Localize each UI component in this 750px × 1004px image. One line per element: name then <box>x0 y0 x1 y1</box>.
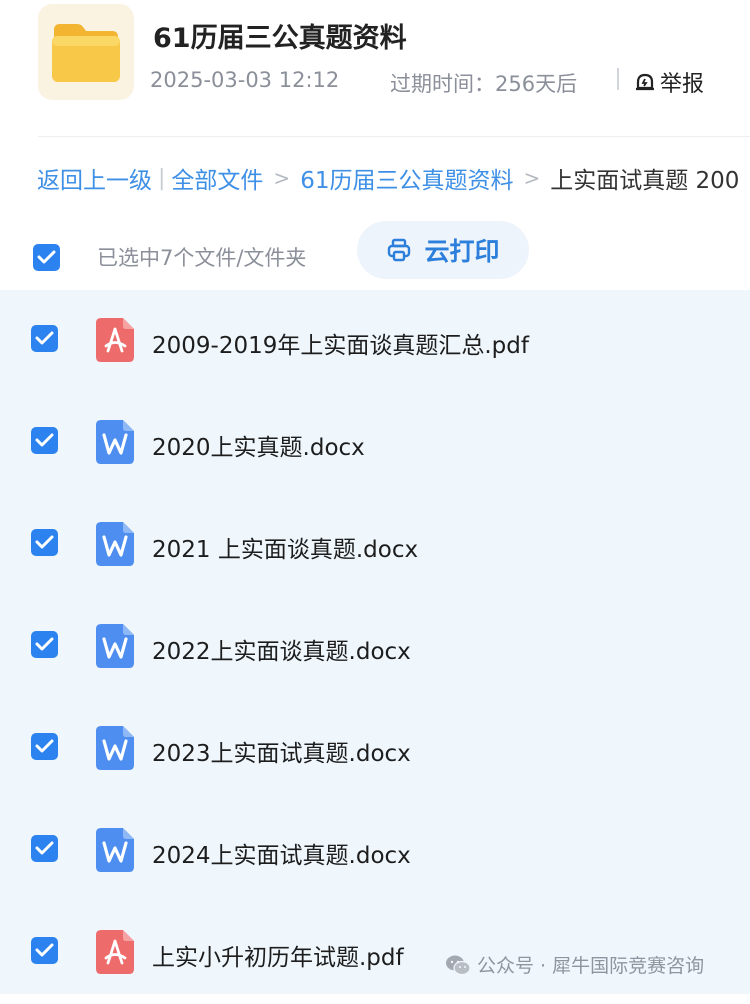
alarm-icon <box>636 73 654 91</box>
share-date: 2025-03-03 12:12 <box>150 68 340 92</box>
chevron-right-icon: > <box>523 166 541 190</box>
file-row[interactable]: 2023上实面试真题.docx <box>0 698 750 800</box>
word-file-icon <box>96 420 134 468</box>
wechat-icon <box>446 955 471 975</box>
pdf-file-icon <box>96 318 134 366</box>
cloud-print-button[interactable]: 云打印 <box>357 221 529 279</box>
header-divider <box>38 136 750 137</box>
file-checkbox[interactable] <box>31 325 58 352</box>
printer-icon <box>388 238 411 262</box>
watermark-text: 公众号 · 犀牛国际竞赛咨询 <box>477 955 705 977</box>
file-row[interactable]: 2020上实真题.docx <box>0 392 750 494</box>
divider <box>617 68 619 90</box>
cloud-print-label: 云打印 <box>424 237 500 266</box>
folder-icon <box>38 4 134 100</box>
file-row[interactable]: 2024上实面试真题.docx <box>0 800 750 902</box>
check-icon <box>35 331 54 345</box>
file-name: 2022上实面谈真题.docx <box>152 639 411 665</box>
selection-bar: 已选中7个文件/文件夹 云打印 <box>0 215 750 290</box>
word-file-icon <box>96 828 134 876</box>
share-header: 61历届三公真题资料 2025-03-03 12:12 过期时间：256天后 举… <box>0 0 750 137</box>
breadcrumb-current: 上实面试真题 200 <box>550 168 740 194</box>
check-icon <box>35 637 54 651</box>
file-checkbox[interactable] <box>31 427 58 454</box>
selection-count: 已选中7个文件/文件夹 <box>97 246 307 270</box>
word-file-icon <box>96 726 134 774</box>
file-name: 2009-2019年上实面谈真题汇总.pdf <box>152 333 529 359</box>
check-icon <box>35 433 54 447</box>
breadcrumb-back[interactable]: 返回上一级 <box>37 161 152 195</box>
check-icon <box>35 841 54 855</box>
breadcrumb-folder[interactable]: 61历届三公真题资料 <box>300 161 513 195</box>
file-name: 2020上实真题.docx <box>152 435 365 461</box>
file-checkbox[interactable] <box>31 835 58 862</box>
file-row[interactable]: 2022上实面谈真题.docx <box>0 596 750 698</box>
breadcrumb: 返回上一级 | 全部文件 > 61历届三公真题资料 > 上实面试真题 200 <box>37 161 739 195</box>
file-name: 2021 上实面谈真题.docx <box>152 537 419 563</box>
wechat-watermark: 公众号 · 犀牛国际竞赛咨询 <box>445 951 704 978</box>
file-row[interactable]: 2021 上实面谈真题.docx <box>0 494 750 596</box>
report-button[interactable]: 举报 <box>634 66 704 98</box>
file-checkbox[interactable] <box>31 733 58 760</box>
check-icon <box>35 535 54 549</box>
breadcrumb-all-files[interactable]: 全部文件 <box>171 161 263 195</box>
file-checkbox[interactable] <box>31 937 58 964</box>
word-file-icon <box>96 624 134 672</box>
select-all-checkbox[interactable] <box>33 244 60 271</box>
chevron-right-icon: > <box>273 166 291 190</box>
report-label: 举报 <box>660 72 705 97</box>
expire-time: 过期时间：256天后 <box>390 72 578 96</box>
file-checkbox[interactable] <box>31 529 58 556</box>
file-checkbox[interactable] <box>31 631 58 658</box>
file-name: 2024上实面试真题.docx <box>152 843 411 869</box>
page-title: 61历届三公真题资料 <box>153 23 407 54</box>
file-list: 2009-2019年上实面谈真题汇总.pdf 2020上实真题.docx 202… <box>0 290 750 994</box>
check-icon <box>37 250 56 264</box>
file-name: 2023上实面试真题.docx <box>152 741 411 767</box>
file-row[interactable]: 2009-2019年上实面谈真题汇总.pdf <box>0 290 750 392</box>
check-icon <box>35 943 54 957</box>
check-icon <box>35 739 54 753</box>
file-name: 上实小升初历年试题.pdf <box>152 945 404 971</box>
word-file-icon <box>96 522 134 570</box>
breadcrumb-separator: | <box>158 165 166 191</box>
pdf-file-icon <box>96 930 134 978</box>
